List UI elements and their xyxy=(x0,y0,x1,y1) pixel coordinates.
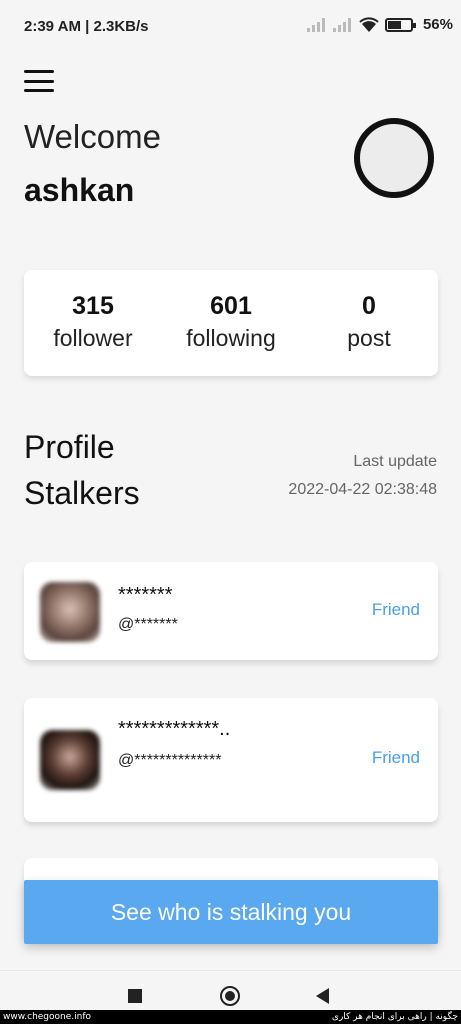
menu-icon[interactable] xyxy=(24,70,54,92)
watermark-footer: www.chegoone.info چگونه | راهی برای انجا… xyxy=(0,1010,461,1024)
stalker-name: ******* xyxy=(118,584,173,606)
stat-label: post xyxy=(347,325,391,351)
avatar[interactable] xyxy=(354,118,434,198)
stalker-handle: @************** xyxy=(118,752,222,769)
stat-followers[interactable]: 315 follower xyxy=(24,270,162,376)
stalker-tag: Friend xyxy=(371,600,420,619)
status-time: 2:39 AM | 2.3KB/s xyxy=(24,18,149,35)
recent-apps-icon[interactable] xyxy=(128,989,142,1003)
section-title-line2: Stalkers xyxy=(24,475,140,511)
stat-value: 315 xyxy=(72,292,114,320)
footer-slogan: چگونه | راهی برای انجام هر کاری xyxy=(331,1012,458,1022)
last-update-label: Last update xyxy=(353,453,437,470)
stat-posts[interactable]: 0 post xyxy=(300,270,438,376)
stalker-card[interactable]: *************.. @************** Friend xyxy=(24,698,438,822)
stalker-avatar xyxy=(40,582,100,642)
section-title: Profile Stalkers xyxy=(24,424,140,516)
stat-label: follower xyxy=(53,325,133,351)
wifi-icon xyxy=(359,16,379,32)
back-icon[interactable] xyxy=(316,988,329,1004)
stat-value: 0 xyxy=(362,292,376,320)
welcome-text: Welcome xyxy=(24,118,161,155)
stalker-card[interactable]: ******* @******* Friend xyxy=(24,562,438,660)
footer-url: www.chegoone.info xyxy=(3,1012,92,1022)
stalker-name: *************.. xyxy=(118,718,231,740)
home-icon[interactable] xyxy=(220,986,240,1006)
stalker-tag: Friend xyxy=(371,748,420,767)
system-nav-bar xyxy=(0,970,461,1010)
stat-following[interactable]: 601 following xyxy=(162,270,300,376)
see-stalkers-button[interactable]: See who is stalking you xyxy=(24,880,438,944)
last-update-value: 2022-04-22 02:38:48 xyxy=(288,481,437,498)
stat-label: following xyxy=(186,325,276,351)
stalker-handle: @******* xyxy=(118,616,178,633)
section-title-line1: Profile xyxy=(24,429,115,465)
stats-card: 315 follower 601 following 0 post xyxy=(24,270,438,376)
signal-icon xyxy=(332,17,353,32)
status-icons: 56% xyxy=(306,16,453,33)
status-bar: 2:39 AM | 2.3KB/s 56% xyxy=(0,0,461,56)
signal-icon xyxy=(306,17,327,32)
stalker-avatar xyxy=(40,730,100,790)
battery-icon xyxy=(384,17,416,32)
stat-value: 601 xyxy=(210,292,252,320)
battery-level: 56% xyxy=(422,16,453,33)
last-update: Last update 2022-04-22 02:38:48 xyxy=(288,448,437,504)
username: ashkan xyxy=(24,172,135,208)
